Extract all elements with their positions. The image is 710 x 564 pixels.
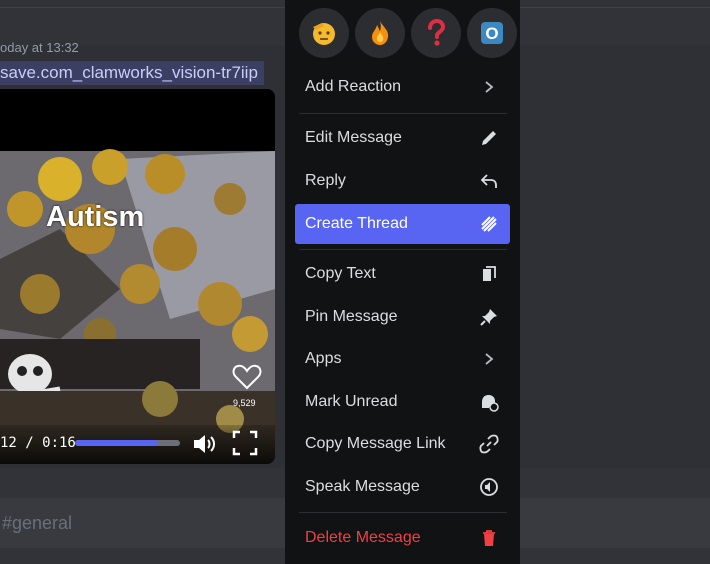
chevron-right-icon xyxy=(478,76,500,98)
menu-copy-message-link[interactable]: Copy Message Link xyxy=(295,424,510,464)
heart-icon[interactable] xyxy=(232,364,262,390)
menu-item-label: Apps xyxy=(305,350,342,367)
video-player[interactable]: Autism 9,529 12 / 0:16 xyxy=(0,89,275,464)
video-caption-text: Autism xyxy=(46,201,145,233)
menu-item-label: Delete Message xyxy=(305,529,421,546)
menu-item-label: Edit Message xyxy=(305,129,402,146)
reaction-o-button[interactable]: O xyxy=(467,8,517,58)
menu-mark-unread[interactable]: Mark Unread xyxy=(295,382,510,422)
saluting-face-icon xyxy=(313,23,335,45)
menu-item-label: Mark Unread xyxy=(305,393,398,410)
quick-reactions-row: O xyxy=(299,8,517,58)
speak-icon xyxy=(478,476,500,498)
fire-icon xyxy=(372,21,389,45)
menu-item-label: Copy Message Link xyxy=(305,435,446,452)
pencil-icon xyxy=(478,127,500,149)
chevron-right-icon xyxy=(478,348,500,370)
menu-add-reaction[interactable]: Add Reaction xyxy=(295,67,510,107)
attachment-filename-link[interactable]: save.com_clamworks_vision-tr7iip xyxy=(0,61,264,85)
pin-icon xyxy=(478,306,500,328)
video-progress-bar[interactable] xyxy=(75,440,180,446)
red-question-mark-icon xyxy=(428,19,446,46)
menu-item-label: Create Thread xyxy=(305,215,408,232)
menu-create-thread[interactable]: Create Thread xyxy=(295,204,510,244)
menu-reply[interactable]: Reply xyxy=(295,161,510,201)
menu-delete-message[interactable]: Delete Message xyxy=(295,518,510,558)
menu-item-label: Pin Message xyxy=(305,308,398,325)
message-context-menu: O Add Reaction Edit Message Reply Create… xyxy=(285,0,520,564)
copy-icon xyxy=(478,263,500,285)
menu-item-label: Add Reaction xyxy=(305,78,402,95)
menu-separator xyxy=(299,512,507,513)
message-input-placeholder: #general xyxy=(2,513,73,533)
menu-separator xyxy=(299,249,507,250)
message-timestamp: oday at 13:32 xyxy=(0,40,79,55)
menu-edit-message[interactable]: Edit Message xyxy=(295,118,510,158)
mark-unread-icon xyxy=(478,391,500,413)
thread-icon xyxy=(478,213,500,235)
menu-copy-text[interactable]: Copy Text xyxy=(295,254,510,294)
menu-item-label: Reply xyxy=(305,172,346,189)
reaction-fire-button[interactable] xyxy=(355,8,405,58)
menu-item-label: Speak Message xyxy=(305,478,420,495)
svg-text:O: O xyxy=(485,24,498,43)
video-progress-fill xyxy=(75,440,158,446)
link-icon xyxy=(478,433,500,455)
menu-separator xyxy=(299,113,507,114)
trash-icon xyxy=(478,527,500,549)
menu-item-label: Copy Text xyxy=(305,265,376,282)
fullscreen-icon[interactable] xyxy=(232,430,258,456)
like-count: 9,529 xyxy=(233,398,256,408)
reply-arrow-icon xyxy=(478,170,500,192)
volume-icon[interactable] xyxy=(191,431,217,457)
reaction-saluting-face-button[interactable] xyxy=(299,8,349,58)
menu-speak-message[interactable]: Speak Message xyxy=(295,467,510,507)
menu-pin-message[interactable]: Pin Message xyxy=(295,297,510,337)
video-time-label: 12 / 0:16 xyxy=(0,435,76,451)
menu-apps[interactable]: Apps xyxy=(295,339,510,379)
o-button-icon: O xyxy=(481,22,503,44)
reaction-question-mark-button[interactable] xyxy=(411,8,461,58)
